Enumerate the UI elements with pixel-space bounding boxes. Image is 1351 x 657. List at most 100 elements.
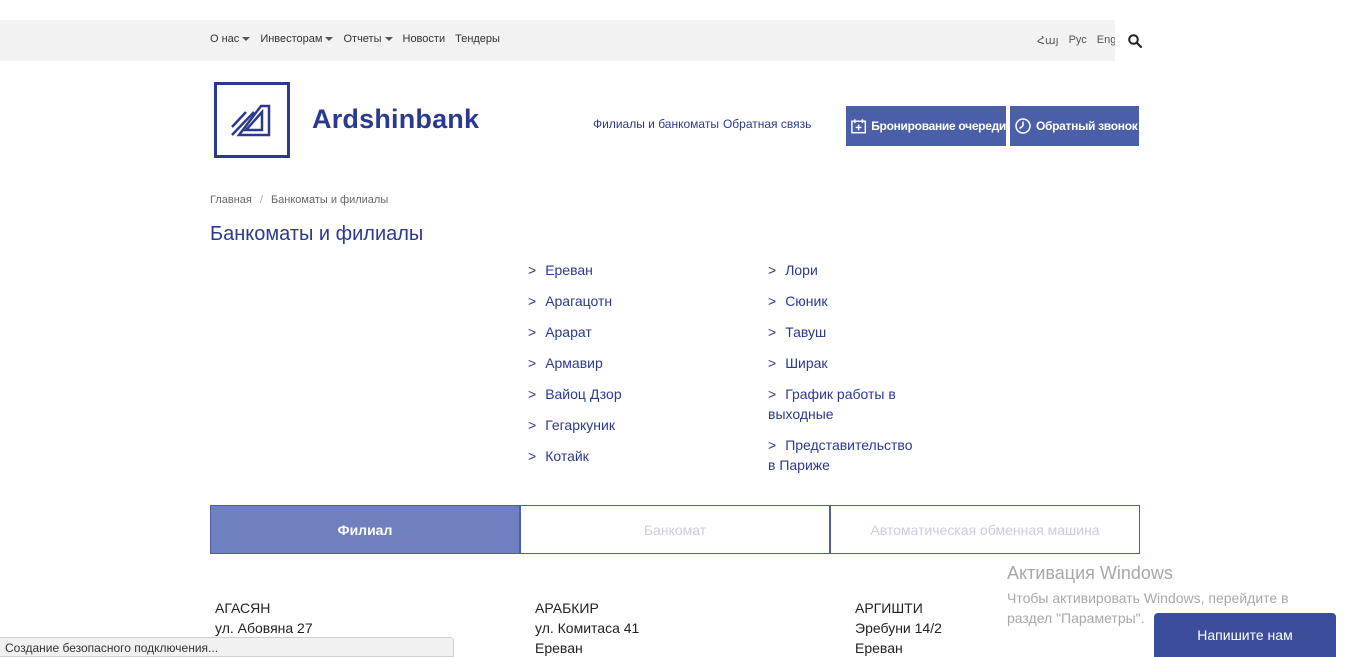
branch-city: Ереван: [535, 640, 583, 656]
branch-address: ул. Абовяна 27: [215, 620, 313, 636]
watermark-line1: Чтобы активировать Windows, перейдите в: [1007, 590, 1289, 606]
paris-office-link[interactable]: > Представительство в Париже: [768, 435, 913, 475]
region-marker: >: [768, 386, 777, 402]
region-marker: >: [528, 324, 537, 340]
region-marker: >: [528, 355, 537, 371]
region-label: Сюник: [785, 293, 828, 309]
header-links: Филиалы и банкоматы Обратная связь: [593, 117, 811, 131]
branch-address: Эребуни 14/2: [855, 620, 942, 636]
region-marker: >: [528, 262, 537, 278]
region-link[interactable]: > Котайк: [528, 446, 589, 466]
region-link[interactable]: > Лори: [768, 260, 818, 280]
top-whitespace: [0, 0, 1351, 20]
branch-name: АРАБКИР: [535, 600, 599, 616]
branch-name: АГАСЯН: [215, 600, 271, 616]
region-link[interactable]: > Ереван: [528, 260, 593, 280]
region-link[interactable]: > Тавуш: [768, 322, 826, 342]
region-link[interactable]: > Армавир: [528, 353, 603, 373]
breadcrumb-current: Банкоматы и филиалы: [270, 194, 389, 206]
lang-armenian[interactable]: Հայ: [1037, 34, 1059, 47]
region-label: Армавир: [545, 355, 603, 371]
feedback-link[interactable]: Обратная связь: [723, 117, 811, 131]
queue-booking-label: Бронирование очереди: [871, 119, 1006, 133]
chevron-down-icon: [242, 37, 251, 41]
search-icon: [1128, 33, 1142, 48]
region-label: Арагацотн: [545, 293, 613, 309]
lang-english[interactable]: Eng: [1097, 34, 1117, 47]
nav-about-label: О нас: [210, 33, 240, 45]
branch-card[interactable]: АРГИШТИ Эребуни 14/2 Ереван: [855, 598, 942, 657]
weekend-hours-line2: выходные: [768, 406, 834, 422]
region-link[interactable]: > Сюник: [768, 291, 827, 311]
paris-office-line2: в Париже: [768, 457, 830, 473]
tab-exchange-machine[interactable]: Автоматическая обменная машина: [830, 505, 1140, 554]
chevron-down-icon: [384, 37, 393, 41]
region-marker: >: [768, 293, 777, 309]
write-to-us-button[interactable]: Напишите нам: [1154, 613, 1336, 657]
logo-mark-icon: [231, 104, 271, 137]
browser-status-bar: Создание безопасного подключения...: [0, 637, 454, 657]
nav-tenders-label: Тендеры: [455, 33, 500, 45]
breadcrumb-separator: /: [259, 194, 263, 206]
branch-card[interactable]: АРАБКИР ул. Комитаса 41 Ереван: [535, 598, 639, 657]
nav-investors[interactable]: Инвесторам: [260, 33, 334, 45]
branch-city: Ереван: [855, 640, 903, 656]
region-link[interactable]: > Вайоц Дзор: [528, 384, 622, 404]
page-title: Банкоматы и филиалы: [210, 223, 424, 245]
region-link[interactable]: > Ширак: [768, 353, 828, 373]
queue-icon: [851, 119, 867, 134]
nav-reports[interactable]: Отчеты: [343, 33, 393, 45]
region-marker: >: [768, 262, 777, 278]
region-label: Лори: [785, 262, 818, 278]
region-marker: >: [528, 417, 537, 433]
region-link[interactable]: > Арагацотн: [528, 291, 612, 311]
region-label: Арарат: [545, 324, 592, 340]
branch-card[interactable]: АГАСЯН ул. Абовяна 27: [215, 598, 313, 638]
callback-label: Обратный звонок: [1036, 119, 1138, 133]
nav-about[interactable]: О нас: [210, 33, 251, 45]
region-marker: >: [768, 437, 777, 453]
top-navigation: О нас Инвесторам Отчеты Новости Тендеры: [210, 33, 500, 45]
callback-button[interactable]: Обратный звонок: [1010, 106, 1139, 146]
paris-office-line1: Представительство: [785, 437, 913, 453]
nav-news-label: Новости: [402, 33, 446, 45]
location-type-tabs: Филиал Банкомат Автоматическая обменная …: [210, 505, 1140, 554]
region-label: Ереван: [545, 262, 593, 278]
chevron-down-icon: [325, 37, 334, 41]
region-marker: >: [528, 386, 537, 402]
region-link[interactable]: > Арарат: [528, 322, 592, 342]
watermark-line2: раздел "Параметры".: [1007, 610, 1145, 626]
clock-icon: [1015, 118, 1031, 134]
search-button[interactable]: [1115, 20, 1155, 61]
region-label: Вайоц Дзор: [545, 386, 622, 402]
region-label: Котайк: [545, 448, 589, 464]
top-bar: [0, 20, 1155, 61]
breadcrumb: Главная / Банкоматы и филиалы: [210, 194, 388, 206]
weekend-hours-line1: График работы в: [785, 386, 896, 402]
branch-name: АРГИШТИ: [855, 600, 923, 616]
branches-atms-link[interactable]: Филиалы и банкоматы: [593, 117, 719, 131]
region-marker: >: [768, 324, 777, 340]
language-switcher: Հայ Рус Eng: [1037, 34, 1116, 47]
region-marker: >: [768, 355, 777, 371]
bank-logo[interactable]: [214, 82, 290, 158]
region-marker: >: [528, 293, 537, 309]
tab-branch[interactable]: Филиал: [210, 505, 520, 554]
nav-news[interactable]: Новости: [403, 33, 446, 45]
region-marker: >: [528, 448, 537, 464]
tab-atm[interactable]: Банкомат: [520, 505, 830, 554]
breadcrumb-home[interactable]: Главная: [210, 194, 252, 206]
region-label: Гегаркуник: [545, 417, 615, 433]
lang-russian[interactable]: Рус: [1069, 34, 1087, 47]
region-label: Ширак: [785, 355, 828, 371]
watermark-title: Активация Windows: [1007, 563, 1173, 583]
region-label: Тавуш: [785, 324, 827, 340]
nav-investors-label: Инвесторам: [260, 33, 323, 45]
branch-address: ул. Комитаса 41: [535, 620, 640, 636]
region-link[interactable]: > Гегаркуник: [528, 415, 615, 435]
nav-tenders[interactable]: Тендеры: [455, 33, 500, 45]
weekend-hours-link[interactable]: > График работы в выходные: [768, 384, 896, 424]
queue-booking-button[interactable]: Бронирование очереди: [846, 106, 1006, 146]
nav-reports-label: Отчеты: [343, 33, 382, 45]
brand-name[interactable]: Ardshinbank: [312, 104, 479, 135]
